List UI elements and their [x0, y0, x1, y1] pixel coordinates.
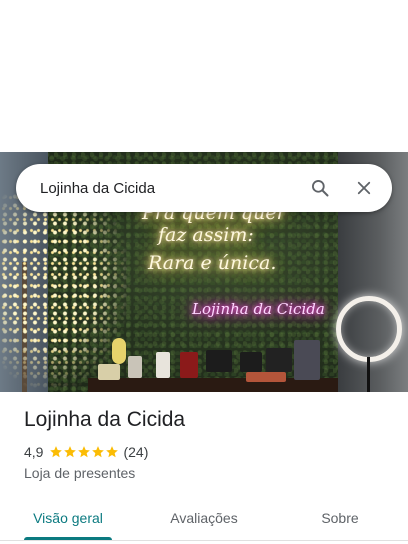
search-input[interactable]: Lojinha da Cicida	[16, 180, 298, 197]
star-icon	[78, 446, 91, 458]
tabs-divider	[0, 540, 408, 541]
product-bottle	[156, 352, 170, 378]
product-chalkboard-3	[266, 348, 292, 372]
neon-sign-pink: Lojinha da Cicida	[192, 300, 325, 318]
neon-sign-line3: Rara e única.	[148, 252, 277, 274]
product-chalkboard-2	[240, 352, 262, 372]
star-icon	[92, 446, 105, 458]
product-red-box	[180, 352, 198, 378]
place-tabs: Visão geral Avaliações Sobre	[0, 496, 408, 540]
close-icon	[357, 181, 371, 195]
ring-light	[336, 296, 402, 362]
product-figure	[112, 338, 126, 364]
tab-overview[interactable]: Visão geral	[0, 496, 136, 540]
rating-value: 4,9	[24, 444, 44, 460]
neon-sign-line2: faz assim:	[158, 224, 254, 246]
ring-light-stand	[367, 357, 370, 392]
clear-search-button[interactable]	[342, 164, 386, 212]
search-icon	[312, 180, 329, 197]
star-icon	[64, 446, 77, 458]
rating-row[interactable]: 4,9 (24)	[24, 444, 148, 460]
star-icon	[106, 446, 119, 458]
star-icon	[50, 446, 63, 458]
product-coffee-machine	[294, 340, 320, 380]
product-chalkboard	[206, 350, 232, 372]
place-title: Lojinha da Cicida	[24, 408, 186, 431]
search-bar[interactable]: Lojinha da Cicida	[16, 164, 392, 212]
search-button[interactable]	[298, 164, 342, 212]
review-count[interactable]: (24)	[123, 444, 148, 460]
product-basket	[98, 364, 120, 380]
top-blank-area	[0, 0, 408, 152]
product-gifts	[246, 372, 286, 382]
tab-about[interactable]: Sobre	[272, 496, 408, 540]
light-tree	[0, 192, 130, 392]
tab-reviews[interactable]: Avaliações	[136, 496, 272, 540]
place-category: Loja de presentes	[24, 465, 136, 481]
product-counter	[88, 378, 338, 392]
product-jar	[128, 356, 142, 378]
rating-stars	[49, 445, 119, 459]
